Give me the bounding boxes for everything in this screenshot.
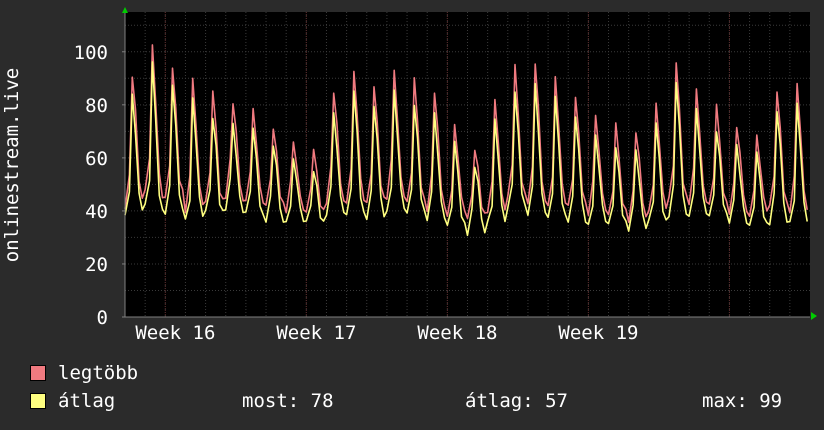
x-tick-label: Week 17 <box>276 322 356 344</box>
y-tick-label: 20 <box>85 254 108 276</box>
y-axis-arrow <box>122 7 128 13</box>
x-tick-label: Week 19 <box>558 322 638 344</box>
y-tick-label: 100 <box>74 42 108 64</box>
legend-label-max: legtöbb <box>58 362 139 384</box>
stat-now-value: 78 <box>310 390 334 412</box>
y-axis-label: onlinestream.live <box>1 68 23 262</box>
stat-max: max: 99 <box>702 389 782 413</box>
y-tick-label: 60 <box>85 148 108 170</box>
x-tick-label: Week 16 <box>135 322 215 344</box>
x-tick-label: Week 18 <box>417 322 497 344</box>
legend-item-avg: átlag <box>30 389 115 413</box>
stat-max-value: 99 <box>759 390 783 412</box>
legend-swatch-avg <box>30 393 46 409</box>
stat-avg: átlag: 57 <box>465 389 568 413</box>
legend-label-avg: átlag <box>58 390 116 412</box>
stat-now: most: 78 <box>242 389 334 413</box>
stat-max-label: max: <box>702 390 748 412</box>
x-axis-arrow <box>811 312 817 320</box>
stat-avg-label: átlag: <box>465 390 534 412</box>
y-tick-label: 0 <box>97 307 108 329</box>
stat-now-label: most: <box>242 390 300 412</box>
stat-avg-value: 57 <box>545 390 568 412</box>
y-tick-label: 80 <box>85 95 108 117</box>
legend-item-max: legtöbb <box>30 361 138 385</box>
legend-swatch-max <box>30 365 46 381</box>
y-tick-label: 40 <box>85 201 108 223</box>
